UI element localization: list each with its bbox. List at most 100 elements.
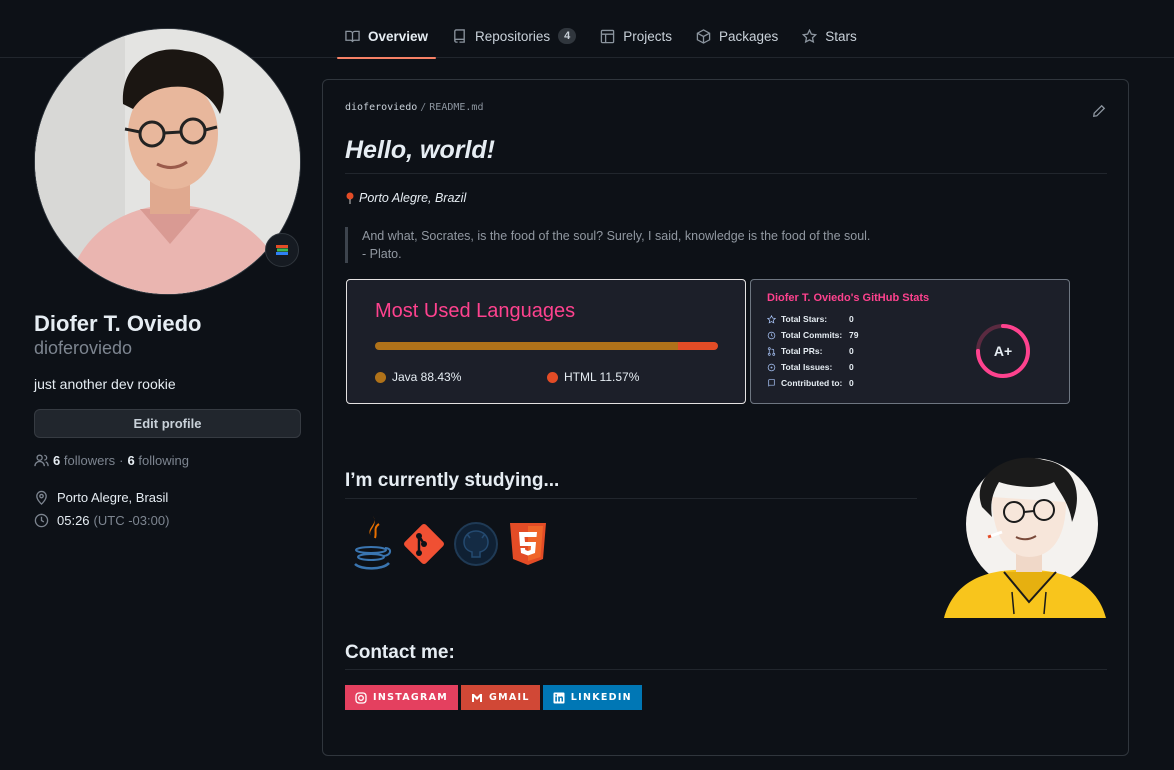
readme-file-link[interactable]: README.md (429, 102, 483, 113)
stat-row-prs: Total PRs: 0 (767, 346, 854, 356)
stat-label: Total Stars: (781, 314, 828, 324)
profile-bio: just another dev rookie (34, 376, 176, 392)
html5-icon (505, 514, 551, 574)
repo-icon (768, 378, 775, 386)
badge-label: LINKEDIN (570, 692, 632, 703)
table-icon (600, 29, 615, 43)
readme-heading: Hello, world! (345, 136, 495, 164)
stat-row-issues: Total Issues: 0 (767, 362, 854, 372)
books-emoji-icon (276, 245, 288, 255)
quote-line-2: - Plato. (362, 247, 402, 261)
book-icon (345, 30, 360, 42)
gmail-badge[interactable]: GMAIL (461, 685, 540, 710)
studying-divider (345, 498, 917, 499)
location-pin-icon (36, 490, 47, 505)
instagram-icon (355, 691, 367, 704)
anime-avatar-illustration (944, 457, 1106, 618)
avatar-container (34, 28, 301, 295)
people-icon (34, 454, 49, 467)
stat-label: Total PRs: (781, 346, 823, 356)
pencil-icon[interactable] (1092, 104, 1106, 118)
tab-stars[interactable]: Stars (794, 14, 865, 58)
languages-progress-bar (375, 342, 718, 350)
avatar[interactable] (34, 28, 301, 295)
stat-value: 79 (849, 330, 859, 340)
profile-readme: dioferoviedo / README.md Hello, world! Por… (322, 79, 1129, 756)
following-count: 6 (127, 453, 135, 468)
star-icon (767, 314, 776, 323)
tab-label: Projects (623, 28, 672, 44)
github-stats-card[interactable]: Diofer T. Oviedo's GitHub Stats Total St… (750, 279, 1070, 404)
contact-badges: INSTAGRAM GMAIL LINKEDIN (345, 685, 642, 710)
tab-projects[interactable]: Projects (592, 14, 680, 58)
stat-label: Total Commits: (781, 330, 843, 340)
html-color-dot (547, 371, 558, 383)
stats-card-title: Diofer T. Oviedo's GitHub Stats (767, 292, 930, 304)
tech-icons (349, 514, 551, 574)
instagram-badge[interactable]: INSTAGRAM (345, 685, 459, 710)
history-icon (767, 331, 776, 339)
profile-location: Porto Alegre, Brasil (34, 490, 168, 505)
tab-label: Stars (825, 28, 857, 44)
stat-label: Contributed to: (781, 378, 843, 388)
stat-row-stars: Total Stars: 0 (767, 314, 854, 324)
package-icon (696, 28, 711, 44)
readme-location-text: Porto Alegre, Brazil (359, 191, 467, 205)
tab-label: Packages (719, 28, 779, 44)
contact-divider (345, 669, 1107, 670)
stat-label: Total Issues: (781, 362, 833, 372)
gmail-icon (472, 693, 483, 702)
language-label: HTML 11.57% (564, 370, 640, 384)
local-time-text: 05:26 (57, 513, 90, 528)
edit-profile-button[interactable]: Edit profile (34, 409, 301, 438)
tab-packages[interactable]: Packages (688, 14, 786, 58)
rank-grade: A+ (994, 343, 1012, 359)
followers-count: 6 (53, 453, 61, 468)
languages-card[interactable]: Most Used Languages Java 88.43% HTML 11.… (346, 279, 746, 404)
followers-label: followers (63, 453, 116, 468)
stat-row-commits: Total Commits: 79 (767, 330, 858, 340)
readme-quote: And what, Socrates, is the food of the s… (345, 227, 870, 263)
badge-label: GMAIL (489, 692, 530, 703)
tab-label: Overview (368, 28, 429, 44)
stat-row-contributed: Contributed to: 0 (767, 378, 854, 388)
following-label: following (138, 453, 189, 468)
profile-username: dioferoviedo (34, 338, 133, 358)
tab-repositories[interactable]: Repositories 4 (444, 14, 584, 58)
pull-request-icon (767, 346, 776, 356)
language-bar-segment-java (375, 342, 679, 350)
stat-value: 0 (849, 378, 854, 388)
github-icon (453, 514, 499, 574)
languages-card-title: Most Used Languages (375, 300, 576, 322)
breadcrumb-separator: / (420, 102, 427, 113)
status-badge[interactable] (265, 233, 299, 267)
avatar-photo (35, 29, 300, 294)
java-icon (349, 514, 395, 574)
git-icon (401, 514, 447, 574)
rank-circle: A+ (976, 324, 1030, 378)
location-text: Porto Alegre, Brasil (57, 490, 169, 505)
stat-value: 0 (849, 314, 854, 324)
linkedin-badge[interactable]: LINKEDIN (542, 685, 642, 710)
round-pushpin-icon (346, 192, 354, 204)
following-link[interactable]: 6 following (128, 453, 189, 468)
profile-local-time: 05:26 (UTC -03:00) (34, 513, 169, 528)
profile-full-name: Diofer T. Oviedo (34, 311, 202, 336)
contact-heading: Contact me: (345, 642, 455, 663)
java-color-dot (375, 371, 386, 383)
linkedin-icon (553, 692, 565, 703)
issue-icon (767, 363, 776, 371)
readme-breadcrumb: dioferoviedo / README.md (345, 102, 483, 113)
badge-label: INSTAGRAM (373, 692, 449, 703)
readme-owner-link[interactable]: dioferoviedo (345, 102, 417, 113)
stat-value: 0 (849, 362, 854, 372)
follow-stats: 6 followers · 6 following (34, 453, 189, 468)
heading-divider (345, 173, 1107, 174)
language-bar-segment-html (678, 342, 718, 350)
tab-overview[interactable]: Overview (337, 14, 437, 59)
followers-link[interactable]: 6 followers (53, 453, 115, 468)
readme-location: Porto Alegre, Brazil (345, 191, 466, 205)
repo-count-badge: 4 (558, 28, 577, 44)
stat-value: 0 (849, 346, 854, 356)
timezone-text: (UTC -03:00) (93, 513, 170, 528)
